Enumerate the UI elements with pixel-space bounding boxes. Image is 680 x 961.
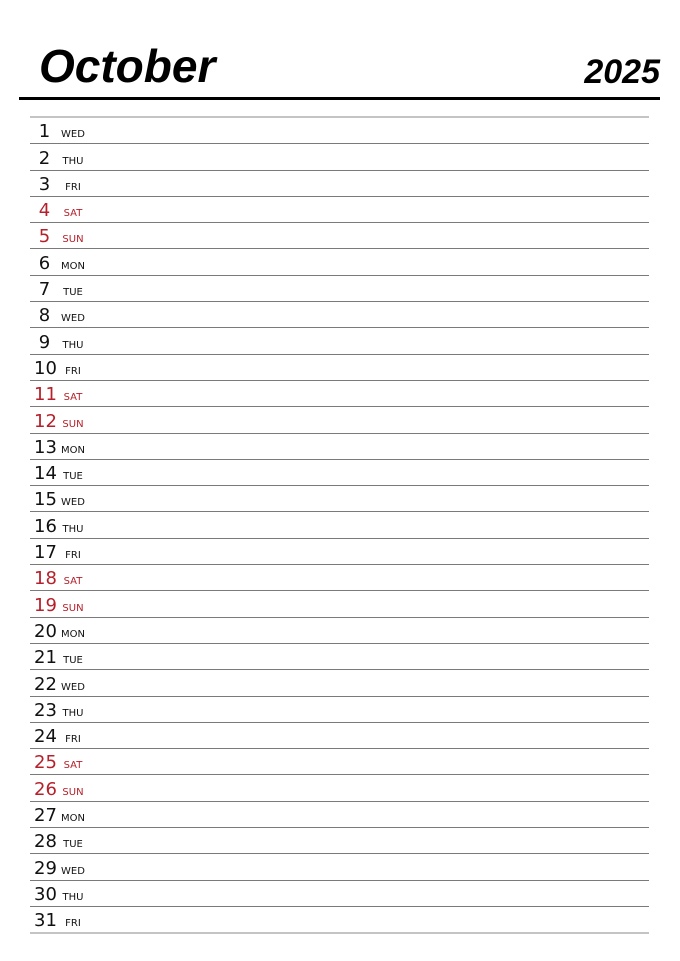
day-of-week: MON — [61, 444, 85, 456]
day-row[interactable]: 1 WED — [30, 118, 649, 145]
day-number: 1 — [38, 121, 51, 143]
day-of-week: FRI — [65, 550, 81, 562]
day-of-week: THU — [62, 155, 84, 167]
day-of-week: SUN — [62, 234, 84, 246]
day-row[interactable]: 4 SAT — [30, 197, 649, 224]
day-of-week: SAT — [63, 760, 83, 772]
day-row[interactable]: 10 FRI — [30, 355, 649, 381]
day-of-week: WED — [61, 497, 85, 509]
day-row[interactable]: 3 FRI — [30, 171, 649, 197]
day-row[interactable]: 16 THU — [30, 512, 649, 539]
day-row[interactable]: 17 FRI — [30, 539, 649, 566]
day-of-week: SAT — [63, 392, 83, 404]
day-row[interactable]: 14 TUE — [30, 460, 649, 487]
day-of-week: SAT — [63, 208, 83, 220]
day-of-week: MON — [61, 628, 85, 640]
day-row[interactable]: 13 MON — [30, 434, 649, 460]
day-row[interactable]: 6 MON — [30, 249, 649, 276]
day-of-week: THU — [62, 523, 84, 535]
day-row[interactable]: 9 THU — [30, 328, 649, 355]
day-row[interactable]: 23 THU — [30, 697, 649, 723]
day-row[interactable]: 26 SUN — [30, 775, 649, 802]
day-row[interactable]: 25 SAT — [30, 749, 649, 776]
header-divider — [19, 97, 660, 100]
day-row[interactable]: 20 MON — [30, 618, 649, 644]
day-row[interactable]: 28 TUE — [30, 828, 649, 855]
day-row[interactable]: 22 WED — [30, 670, 649, 697]
day-row[interactable]: 24 FRI — [30, 723, 649, 750]
month-title: October — [39, 40, 216, 92]
day-of-week: WED — [61, 681, 85, 693]
day-number: 6 — [38, 252, 51, 274]
day-of-week: WED — [61, 313, 85, 325]
day-of-week: FRI — [65, 181, 81, 193]
day-of-week: FRI — [65, 734, 81, 746]
day-of-week: FRI — [65, 918, 81, 930]
day-row[interactable]: 18 SAT — [30, 565, 649, 592]
day-of-week: MON — [61, 813, 85, 825]
day-row[interactable]: 2 THU — [30, 144, 649, 171]
day-row[interactable]: 11 SAT — [30, 381, 649, 408]
day-of-week: SUN — [62, 602, 84, 614]
day-of-week: FRI — [65, 365, 81, 377]
day-of-week: TUE — [63, 471, 83, 483]
day-of-week: TUE — [63, 287, 83, 299]
day-row[interactable]: 19 SUN — [30, 591, 649, 618]
day-number: 4 — [38, 200, 51, 222]
day-number: 7 — [38, 279, 51, 301]
day-of-week: WED — [61, 865, 85, 877]
day-number: 9 — [38, 331, 51, 353]
day-row[interactable]: 21 TUE — [30, 644, 649, 671]
day-of-week: SAT — [63, 576, 83, 588]
day-number: 3 — [38, 173, 51, 195]
day-of-week: WED — [61, 129, 85, 141]
day-row[interactable]: 5 SUN — [30, 223, 649, 250]
day-number: 5 — [38, 226, 51, 248]
day-row[interactable]: 7 TUE — [30, 276, 649, 303]
day-of-week: TUE — [63, 655, 83, 667]
day-of-week: TUE — [63, 839, 83, 851]
day-row[interactable]: 15 WED — [30, 486, 649, 513]
day-of-week: SUN — [62, 786, 84, 798]
day-of-week: THU — [62, 707, 84, 719]
day-list: 1 WED 2 THU 3 FRI 4 SAT 5 SUN 6 MON 7 TUE 8 WED 9 THU 10 FR… — [30, 116, 649, 935]
day-of-week: THU — [62, 339, 84, 351]
day-of-week: THU — [62, 891, 84, 903]
day-row[interactable]: 8 WED — [30, 302, 649, 329]
day-row[interactable]: 12 SUN — [30, 407, 649, 434]
year-title: 2025 — [584, 53, 660, 91]
day-row[interactable]: 29 WED — [30, 854, 649, 881]
day-number: 2 — [38, 147, 51, 169]
day-of-week: MON — [61, 260, 85, 272]
day-row[interactable]: 27 MON — [30, 802, 649, 829]
day-row[interactable]: 30 THU — [30, 881, 649, 907]
day-of-week: SUN — [62, 418, 84, 430]
day-number: 8 — [38, 305, 51, 327]
day-row[interactable]: 31 FRI — [30, 907, 649, 935]
